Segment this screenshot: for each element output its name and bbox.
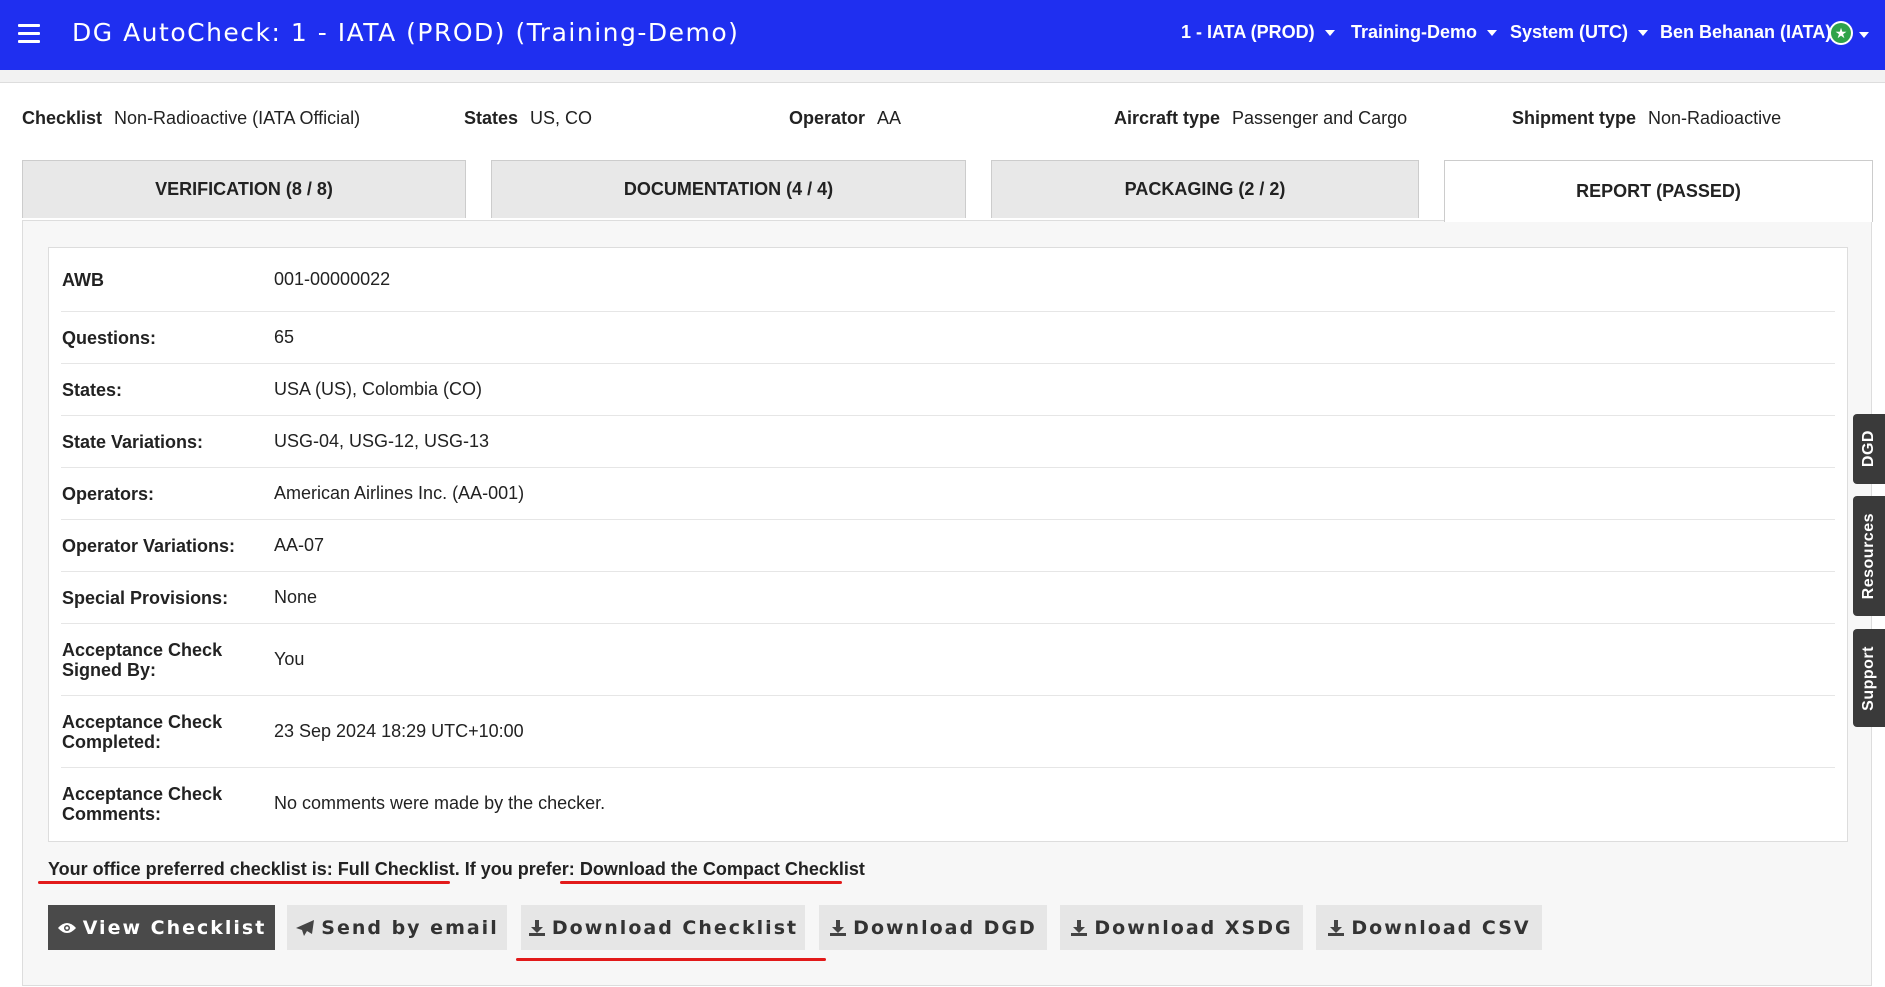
preferred-checklist-note: Your office preferred checklist is: Full…: [48, 859, 865, 880]
side-tab-support[interactable]: Support: [1853, 629, 1885, 727]
table-row: Acceptance Check Comments: No comments we…: [61, 768, 1835, 839]
chevron-down-icon: [1487, 30, 1498, 37]
chevron-down-icon: [1638, 30, 1649, 37]
row-value: AA-07: [274, 535, 325, 555]
timezone-dropdown[interactable]: System (UTC): [1510, 22, 1649, 43]
side-tab-resources[interactable]: Resources: [1853, 496, 1885, 616]
tab-report[interactable]: REPORT (PASSED): [1444, 160, 1873, 222]
chevron-down-icon: [1324, 30, 1335, 37]
download-dgd-button[interactable]: Download DGD: [819, 905, 1047, 950]
meta-aircraft-type: Aircraft type Passenger and Cargo: [1114, 108, 1408, 128]
row-value: 23 Sep 2024 18:29 UTC+10:00: [274, 721, 524, 741]
tab-verification[interactable]: VERIFICATION (8 / 8): [22, 160, 466, 218]
table-row: Acceptance Check Signed By: You: [61, 624, 1835, 696]
download-icon: [829, 919, 847, 937]
side-tab-dgd[interactable]: DGD: [1853, 414, 1885, 484]
row-label: State Variations:: [62, 431, 204, 452]
row-label: Acceptance Check Signed By:: [62, 639, 223, 680]
meta-operator: Operator AA: [789, 108, 902, 128]
tab-documentation[interactable]: DOCUMENTATION (4 / 4): [491, 160, 966, 218]
preferred-checklist-text: Your office preferred checklist is: Full…: [48, 859, 575, 879]
download-xsdg-button[interactable]: Download XSDG: [1060, 905, 1303, 950]
table-row: State Variations: USG-04, USG-12, USG-13: [61, 416, 1835, 468]
row-value: American Airlines Inc. (AA-001): [274, 483, 525, 503]
row-value: None: [274, 587, 318, 607]
row-value: USA (US), Colombia (CO): [274, 379, 483, 399]
table-row: Operators: American Airlines Inc. (AA-001…: [61, 468, 1835, 520]
download-icon: [1327, 919, 1345, 937]
row-value: USG-04, USG-12, USG-13: [274, 431, 490, 451]
download-compact-checklist-link[interactable]: Download the Compact Checklist: [580, 859, 865, 879]
table-row: Questions: 65: [61, 312, 1835, 364]
row-value: 65: [274, 327, 295, 347]
row-value: 001-00000022: [274, 269, 391, 289]
row-label: Special Provisions:: [62, 587, 229, 608]
row-label: AWB: [62, 269, 104, 290]
table-row: AWB 001-00000022: [61, 248, 1835, 312]
eye-icon: [57, 921, 77, 935]
chevron-down-icon[interactable]: [1859, 32, 1869, 38]
meta-checklist: Checklist Non-Radioactive (IATA Official): [22, 108, 361, 128]
tab-packaging[interactable]: PACKAGING (2 / 2): [991, 160, 1419, 218]
table-row: Special Provisions: None: [61, 572, 1835, 624]
paper-plane-icon: [295, 919, 315, 937]
table-row: States: USA (US), Colombia (CO): [61, 364, 1835, 416]
download-icon: [528, 919, 546, 937]
star-avatar-icon[interactable]: ★: [1829, 21, 1853, 45]
download-checklist-button[interactable]: Download Checklist: [521, 905, 805, 950]
download-icon: [1070, 919, 1088, 937]
menu-icon[interactable]: [18, 24, 40, 43]
annotation-underline: [516, 958, 826, 961]
row-label: Operators:: [62, 483, 155, 504]
annotation-underline: [38, 881, 450, 884]
row-label: Acceptance Check Comments:: [62, 783, 223, 824]
meta-states: States US, CO: [464, 108, 593, 128]
row-label: Acceptance Check Completed:: [62, 711, 223, 752]
organization-dropdown[interactable]: Training-Demo: [1351, 22, 1498, 43]
top-bar: DG AutoCheck: 1 - IATA (PROD) (Training-…: [0, 0, 1885, 70]
row-value: You: [274, 649, 305, 669]
report-table: AWB 001-00000022 Questions: 65 States: USA …: [48, 247, 1848, 842]
environment-dropdown[interactable]: 1 - IATA (PROD): [1181, 22, 1335, 43]
send-by-email-button[interactable]: Send by email: [287, 905, 507, 950]
table-row: Acceptance Check Completed: 23 Sep 2024 1…: [61, 696, 1835, 768]
row-label: States:: [62, 379, 123, 400]
app-title: DG AutoCheck: 1 - IATA (PROD) (Training-…: [72, 18, 740, 47]
user-menu[interactable]: Ben Behanan (IATA): [1660, 22, 1831, 43]
view-checklist-button[interactable]: View Checklist: [48, 905, 275, 950]
row-label: Operator Variations:: [62, 535, 236, 556]
row-label: Questions:: [62, 327, 157, 348]
download-csv-button[interactable]: Download CSV: [1316, 905, 1542, 950]
table-row: Operator Variations: AA-07: [61, 520, 1835, 572]
meta-shipment-type: Shipment type Non-Radioactive: [1512, 108, 1782, 128]
row-value: No comments were made by the checker.: [274, 793, 606, 813]
annotation-underline: [560, 881, 842, 884]
